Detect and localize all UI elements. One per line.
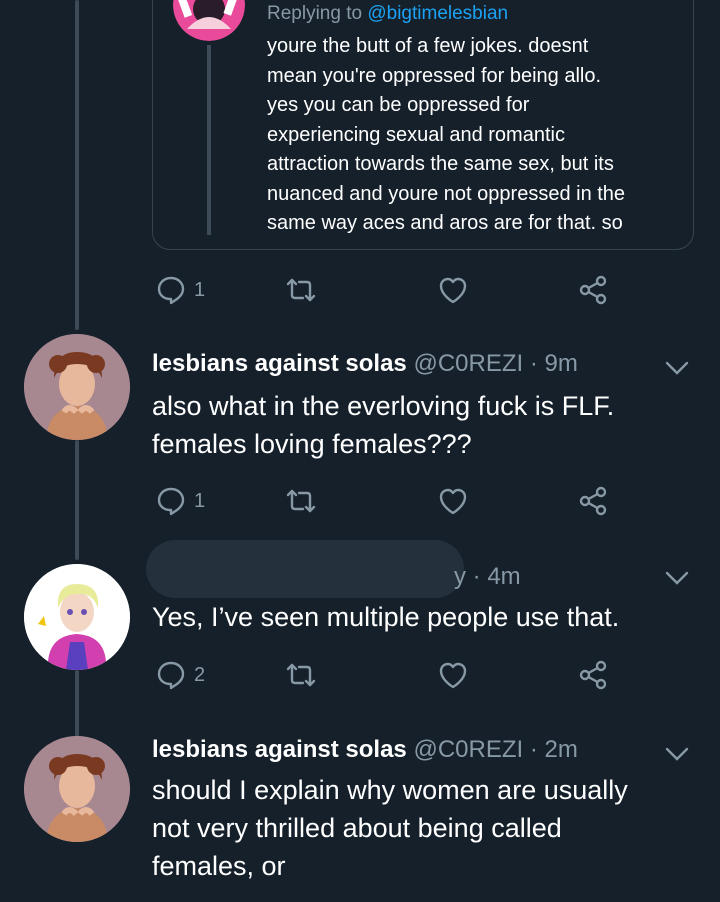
tweet-line: females, or <box>152 851 286 881</box>
quoted-tweet-card[interactable]: Replying to @bigtimelesbian youre the bu… <box>152 0 694 250</box>
like-button[interactable] <box>436 657 470 693</box>
tweet-actions: 2 <box>152 657 622 693</box>
share-icon <box>579 660 607 690</box>
replying-prefix: Replying to <box>267 3 368 24</box>
replying-handle-link[interactable]: @bigtimelesbian <box>367 3 508 24</box>
handle-time: @C0REZI · 2m <box>406 736 578 763</box>
chevron-down-icon[interactable] <box>664 570 690 586</box>
quoted-line: attraction towards the same sex, but its <box>267 153 614 175</box>
reply-count: 1 <box>194 278 206 301</box>
like-icon <box>439 488 467 515</box>
reply-button[interactable]: 1 <box>154 483 205 519</box>
avatar[interactable] <box>24 736 130 842</box>
share-icon <box>579 486 607 516</box>
quoted-line: mean you're oppressed for being allo. <box>267 64 602 87</box>
tweet-text: Yes, I’ve seen multiple people use that. <box>152 598 692 636</box>
retweet-button[interactable] <box>284 272 318 308</box>
quoted-line: yes you can be oppressed for <box>267 94 530 116</box>
retweet-icon <box>286 489 316 513</box>
quoted-line: nuanced and youre not oppressed in the <box>267 182 626 205</box>
avatar[interactable] <box>24 564 130 670</box>
like-button[interactable] <box>436 272 470 308</box>
like-icon <box>439 277 467 304</box>
handle-time: y · 4m <box>454 563 521 590</box>
reply-icon <box>157 276 185 305</box>
reply-count: 1 <box>194 489 206 512</box>
tweet-text: also what in the everloving fuck is FLF.… <box>152 387 692 463</box>
avatar[interactable] <box>24 334 130 440</box>
like-icon <box>439 662 467 689</box>
reply-icon <box>157 661 185 690</box>
quoted-thread-line <box>207 45 211 235</box>
thread-line-lower <box>75 670 79 738</box>
thread-line-top <box>75 0 79 330</box>
retweet-button[interactable] <box>284 657 318 693</box>
quoted-line: experiencing sexual and romantic <box>267 123 565 146</box>
quoted-tweet-text: youre the butt of a few jokes. doesnt me… <box>267 32 687 239</box>
like-button[interactable] <box>436 483 470 519</box>
tweet-text: should I explain why women are usually n… <box>152 771 692 885</box>
handle-time: @C0REZI · 9m <box>406 350 578 377</box>
reply-button[interactable]: 1 <box>154 272 205 308</box>
tweet-line: should I explain why women are usually <box>152 775 628 805</box>
share-icon <box>579 275 607 305</box>
chevron-down-icon[interactable] <box>664 360 690 376</box>
tweet-header: y · 4m <box>454 563 521 591</box>
retweet-icon <box>286 663 316 687</box>
share-button[interactable] <box>576 657 610 693</box>
chevron-down-icon[interactable] <box>664 746 690 762</box>
quoted-line: same way aces and aros are for that. so <box>267 212 623 234</box>
display-name[interactable]: lesbians against solas <box>152 736 407 763</box>
retweet-icon <box>286 278 316 302</box>
retweet-button[interactable] <box>284 483 318 519</box>
display-name[interactable]: lesbians against solas <box>152 350 407 377</box>
replying-to: Replying to @bigtimelesbian <box>267 3 508 25</box>
share-button[interactable] <box>576 272 610 308</box>
tweet-line: not very thrilled about being called <box>152 813 562 843</box>
quoted-line: youre the butt of a few jokes. doesnt <box>267 35 589 57</box>
tweet-header: lesbians against solas @C0REZI · 9m <box>152 350 578 378</box>
tweet-line: Yes, I’ve seen multiple people use that. <box>152 602 620 632</box>
tweet-header: lesbians against solas @C0REZI · 2m <box>152 736 578 764</box>
reply-count: 2 <box>194 663 206 686</box>
tweet-line: also what in the everloving fuck is FLF. <box>152 391 615 421</box>
tweet-actions: 1 <box>152 483 622 519</box>
redacted-name-bar <box>146 540 464 598</box>
share-button[interactable] <box>576 483 610 519</box>
reply-button[interactable]: 2 <box>154 657 205 693</box>
thread-line-mid <box>75 440 79 560</box>
quoted-avatar[interactable] <box>173 0 245 41</box>
reply-icon <box>157 487 185 516</box>
tweet-actions-quoted: 1 <box>152 272 622 308</box>
tweet-line: females loving females??? <box>152 429 472 459</box>
